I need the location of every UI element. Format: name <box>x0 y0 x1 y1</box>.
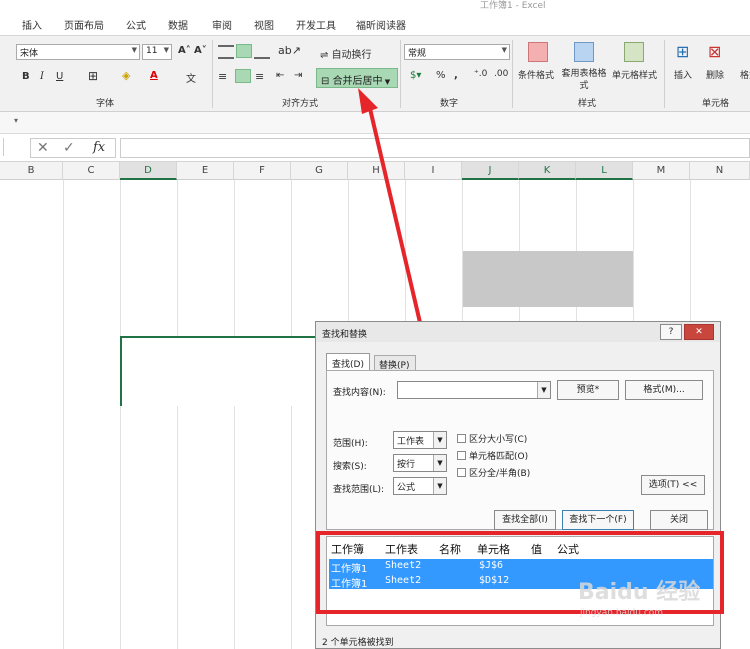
find-what-input[interactable]: ▼ <box>397 381 551 399</box>
find-panel: 查找内容(N): ▼ 预览* 格式(M)... 范围(H): 工作表 ▼ 搜索(S… <box>326 370 714 530</box>
look-in-value: 公式 <box>397 483 416 493</box>
chevron-down-icon: ▼ <box>433 455 446 471</box>
format-button[interactable]: 格式(M)... <box>625 380 703 400</box>
find-what-label: 查找内容(N): <box>333 388 386 398</box>
match-cell-checkbox[interactable] <box>457 451 466 460</box>
status-text: 2 个单元格被找到 <box>322 638 394 648</box>
help-button[interactable]: ? <box>660 324 682 340</box>
within-select[interactable]: 工作表 ▼ <box>393 431 447 449</box>
tab-find[interactable]: 查找(D) <box>326 353 370 371</box>
match-case-checkbox[interactable] <box>457 434 466 443</box>
dialog-title-bar: 查找和替换 ? ✕ <box>316 322 720 342</box>
within-label: 范围(H): <box>333 439 368 449</box>
match-width-checkbox[interactable] <box>457 468 466 477</box>
preview-button[interactable]: 预览* <box>557 380 619 400</box>
watermark-subtext: jingyan.baidu.com <box>580 608 664 618</box>
find-all-button[interactable]: 查找全部(I) <box>494 510 556 530</box>
match-case-label: 区分大小写(C) <box>469 435 528 445</box>
watermark-text: Baidu 经验 <box>578 580 701 605</box>
within-value: 工作表 <box>397 437 425 447</box>
options-button[interactable]: 选项(T) << <box>641 475 705 495</box>
search-value: 按行 <box>397 460 416 470</box>
chevron-down-icon: ▼ <box>433 478 446 494</box>
chevron-down-icon: ▼ <box>433 432 446 448</box>
search-select[interactable]: 按行 ▼ <box>393 454 447 472</box>
dialog-title: 查找和替换 <box>322 330 368 340</box>
search-label: 搜索(S): <box>333 462 367 472</box>
chevron-down-icon: ▼ <box>537 382 550 398</box>
look-in-label: 查找范围(L): <box>333 485 385 495</box>
look-in-select[interactable]: 公式 ▼ <box>393 477 447 495</box>
find-next-button[interactable]: 查找下一个(F) <box>562 510 634 530</box>
tab-replace[interactable]: 替换(P) <box>374 355 416 371</box>
close-button[interactable]: 关闭 <box>650 510 708 530</box>
match-cell-label: 单元格匹配(O) <box>469 452 529 462</box>
close-icon[interactable]: ✕ <box>684 324 714 340</box>
match-width-label: 区分全/半角(B) <box>469 469 531 479</box>
baidu-watermark: Baidu 经验 jingyan.baidu.com <box>578 570 728 630</box>
